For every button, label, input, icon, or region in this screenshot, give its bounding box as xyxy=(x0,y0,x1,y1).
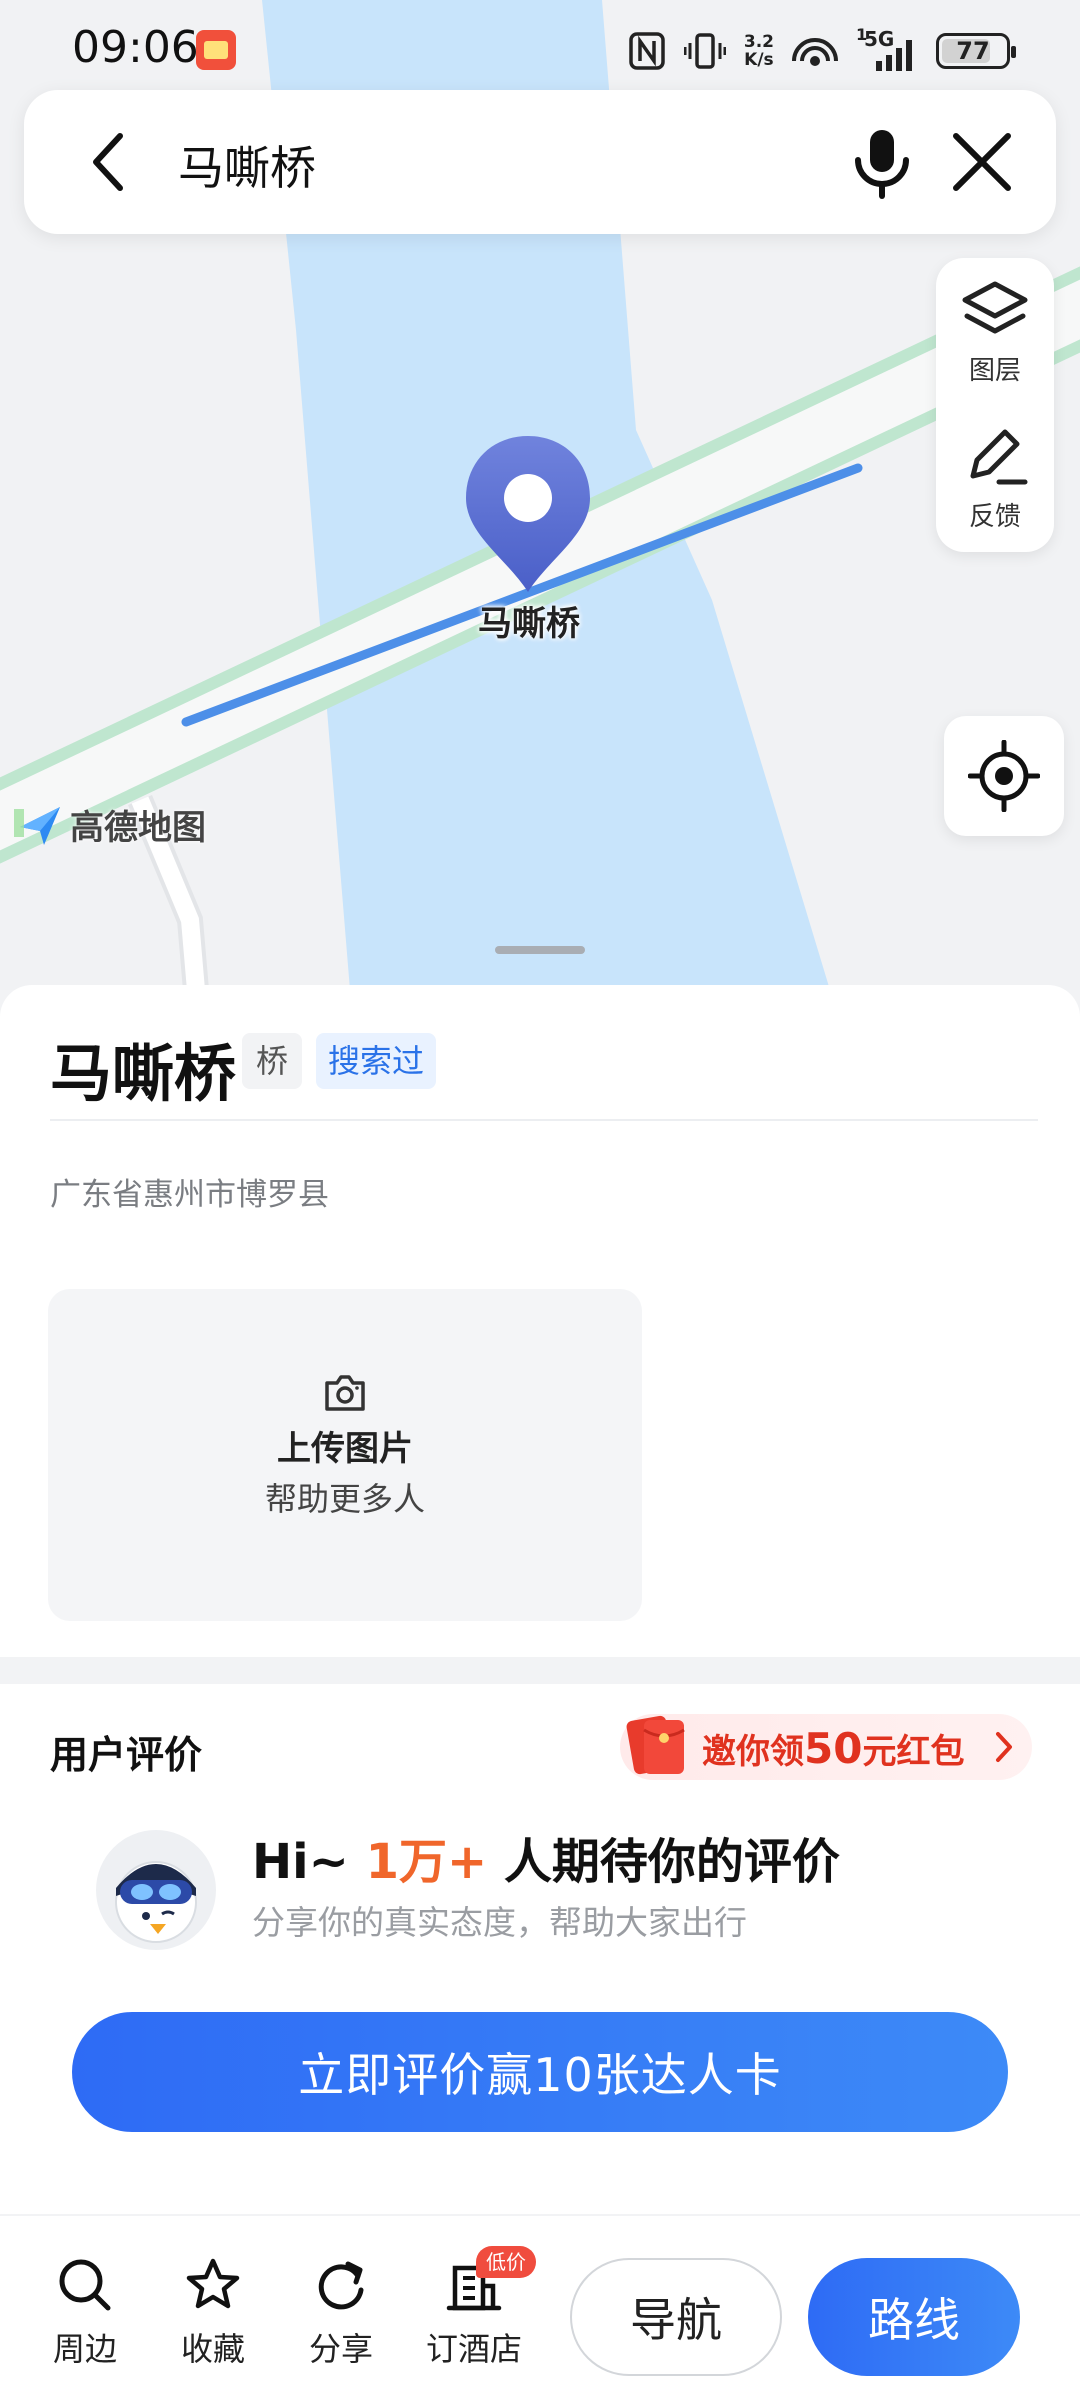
back-arrow-icon[interactable] xyxy=(80,130,144,194)
battery-indicator: 77 xyxy=(936,33,1016,69)
nearby-label: 周边 xyxy=(52,2330,117,2368)
microphone-icon[interactable] xyxy=(844,124,920,200)
low-price-badge: 低价 xyxy=(476,2246,536,2278)
vibrate-icon xyxy=(683,33,726,69)
divider xyxy=(50,1119,1038,1121)
nfc-icon xyxy=(629,32,665,70)
network-speed: 3.2 K/s xyxy=(743,32,774,70)
searched-tag: 搜索过 xyxy=(316,1033,437,1089)
bottom-action-bar: 周边 收藏 分享 订酒店 低价 导航 路线 xyxy=(0,2216,1080,2400)
hotel-button[interactable]: 订酒店 低价 xyxy=(414,2246,536,2370)
locate-crosshair-icon xyxy=(968,740,1040,812)
map-logo-text: 高德地图 xyxy=(70,808,206,848)
nearby-button[interactable]: 周边 xyxy=(30,2256,140,2370)
map-tools-panel: 图层 反馈 xyxy=(936,258,1054,552)
mascot-avatar xyxy=(96,1830,216,1950)
sheet-drag-handle[interactable] xyxy=(495,946,585,954)
share-icon xyxy=(318,2261,364,2310)
upload-photo-button[interactable]: 上传图片 帮助更多人 xyxy=(48,1289,642,1621)
red-envelope-icon xyxy=(626,1715,685,1775)
share-label: 分享 xyxy=(308,2330,373,2368)
pin-label: 马嘶桥 xyxy=(478,604,580,644)
signal-bars-icon xyxy=(876,40,912,71)
notification-app-icon xyxy=(196,30,236,70)
hotspot-icon xyxy=(792,38,838,66)
poi-info-card: 马嘶桥 桥 搜索过 广东省惠州市博罗县 上传图片 帮助更多人 xyxy=(0,985,1080,1657)
review-section-title: 用户评价 xyxy=(50,1733,203,1777)
write-review-button[interactable]: 立即评价赢10张达人卡 xyxy=(72,2012,1008,2132)
locate-button[interactable] xyxy=(944,716,1064,836)
layers-icon xyxy=(962,281,1028,334)
chevron-right-icon xyxy=(996,1732,1012,1762)
route-button[interactable]: 路线 xyxy=(808,2258,1020,2376)
status-icons: 3.2 K/s 1 5G 77 xyxy=(628,25,1016,76)
review-card: 用户评价 邀你领50元红包 Hi~ 1万+ 人期待你的评价 分享你的真实态度，帮… xyxy=(0,1684,1080,2214)
edit-pencil-icon xyxy=(970,429,1028,485)
review-subline: 分享你的真实态度，帮助大家出行 xyxy=(252,1903,747,1942)
map-view[interactable]: 09:06 3.2 K/s 1 5G 77 马嘶桥 图层 反馈 马嘶桥 高德地图 xyxy=(0,0,1080,990)
camera-icon xyxy=(325,1375,365,1411)
penguin-mascot-icon xyxy=(115,1861,197,1943)
upload-title: 上传图片 xyxy=(277,1429,413,1469)
amap-logo-icon xyxy=(14,806,60,845)
cellular-5g-indicator: 1 5G xyxy=(856,25,918,71)
promo-text: 邀你领50元红包 xyxy=(702,1724,965,1773)
navigate-button[interactable]: 导航 xyxy=(570,2258,782,2376)
upload-subtitle: 帮助更多人 xyxy=(264,1480,425,1518)
star-icon xyxy=(186,2258,240,2309)
review-headline: Hi~ 1万+ 人期待你的评价 xyxy=(252,1834,840,1890)
map-logo: 高德地图 xyxy=(14,800,206,849)
location-pin-icon[interactable] xyxy=(458,432,598,602)
status-bar: 09:06 3.2 K/s 1 5G 77 xyxy=(0,0,1080,100)
feedback-button[interactable]: 反馈 xyxy=(936,404,1054,550)
category-tag: 桥 xyxy=(242,1033,303,1089)
hotel-label: 订酒店 xyxy=(425,2330,522,2368)
layer-button[interactable]: 图层 xyxy=(936,258,1054,404)
search-icon xyxy=(59,2259,111,2311)
layer-label: 图层 xyxy=(968,356,1021,386)
clock: 09:06 xyxy=(72,22,199,73)
share-button[interactable]: 分享 xyxy=(286,2256,396,2370)
poi-name: 马嘶桥 xyxy=(50,1037,237,1110)
close-icon[interactable] xyxy=(946,126,1018,198)
poi-address: 广东省惠州市博罗县 xyxy=(50,1177,329,1213)
favorite-label: 收藏 xyxy=(180,2330,245,2368)
search-query-text[interactable]: 马嘶桥 xyxy=(178,132,316,198)
feedback-label: 反馈 xyxy=(968,502,1021,532)
red-envelope-promo[interactable]: 邀你领50元红包 xyxy=(620,1714,1032,1780)
search-bar: 马嘶桥 xyxy=(24,90,1056,234)
favorite-button[interactable]: 收藏 xyxy=(158,2256,268,2370)
